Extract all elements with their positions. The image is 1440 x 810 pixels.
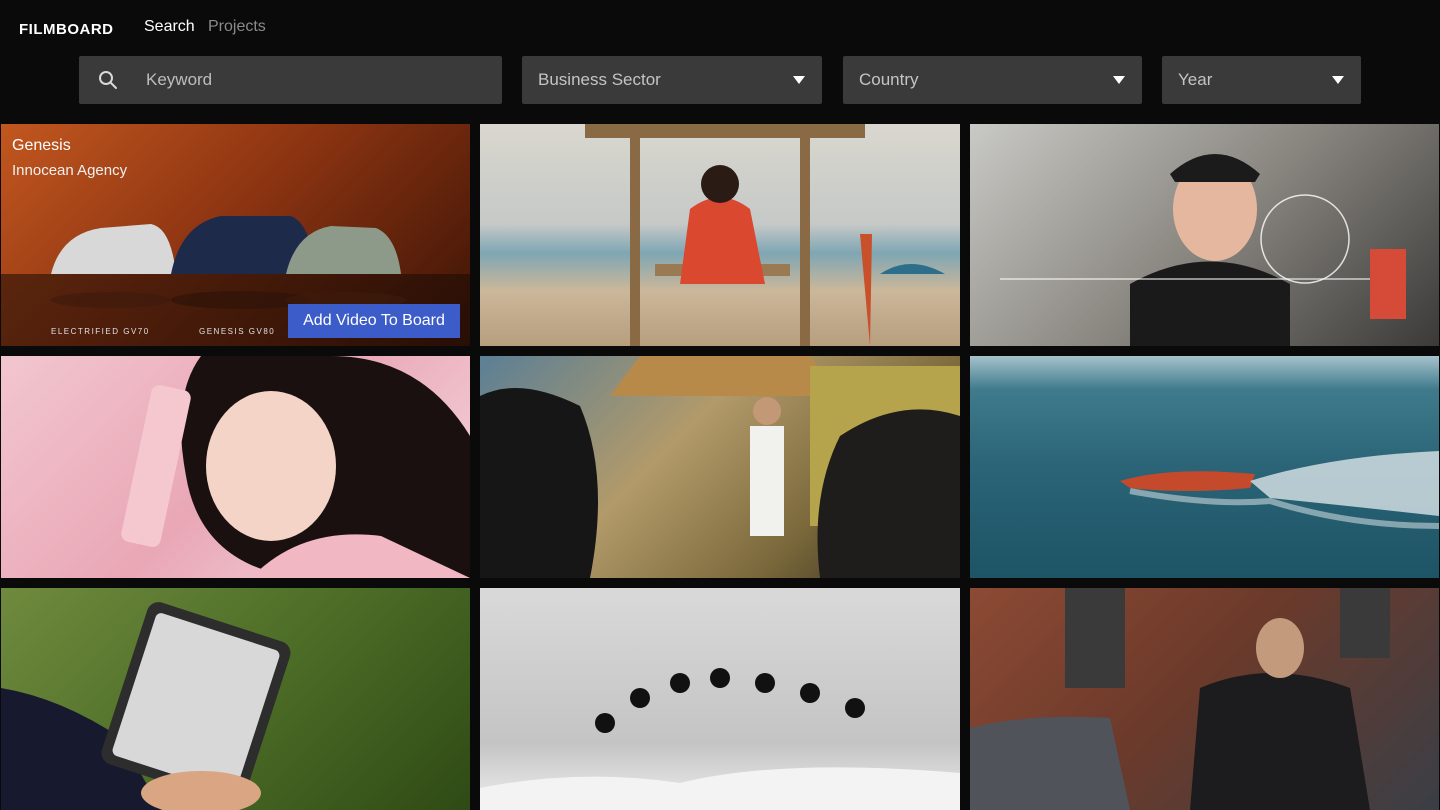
video-tile[interactable]	[970, 124, 1439, 346]
video-thumbnail-image	[1000, 154, 1406, 346]
video-tile[interactable]	[480, 124, 960, 346]
video-thumbnail-image	[480, 356, 960, 578]
add-video-to-board-button[interactable]: Add Video To Board	[288, 304, 460, 338]
video-thumbnail-image	[585, 124, 945, 346]
keyword-search-box[interactable]	[79, 56, 502, 104]
search-icon	[99, 71, 117, 89]
country-label: Country	[859, 70, 919, 89]
chevron-down-icon	[793, 76, 805, 84]
video-caption: ELECTRIFIED GV70	[51, 327, 150, 336]
year-dropdown[interactable]: Year	[1162, 56, 1361, 104]
video-thumbnail-image	[1120, 451, 1439, 529]
video-agency: Innocean Agency	[12, 162, 128, 179]
video-tile[interactable]	[480, 588, 960, 810]
video-thumbnail-image	[121, 356, 470, 578]
business-sector-dropdown[interactable]: Business Sector	[522, 56, 822, 104]
video-tile[interactable]: Genesis Innocean Agency ELECTRIFIED GV70…	[1, 124, 470, 346]
video-thumbnail-image	[480, 668, 960, 810]
chevron-down-icon	[1332, 76, 1344, 84]
video-tile[interactable]	[480, 356, 960, 578]
top-bar: FILMBOARD Search Projects	[0, 0, 1440, 56]
app-logo[interactable]: FILMBOARD	[19, 21, 114, 38]
video-tile[interactable]	[970, 356, 1439, 578]
video-title: Genesis	[12, 137, 71, 154]
country-dropdown[interactable]: Country	[843, 56, 1142, 104]
business-sector-label: Business Sector	[538, 70, 661, 89]
video-thumbnail-image	[970, 588, 1390, 810]
video-tile[interactable]	[1, 356, 470, 578]
nav-search[interactable]: Search	[144, 18, 195, 36]
chevron-down-icon	[1113, 76, 1125, 84]
video-tile[interactable]	[1, 588, 470, 810]
nav-projects[interactable]: Projects	[208, 18, 266, 36]
video-tile[interactable]	[970, 588, 1439, 810]
year-label: Year	[1178, 70, 1213, 89]
video-caption: GENESIS GV80	[199, 327, 276, 336]
video-thumbnail-image	[1, 602, 291, 810]
keyword-input[interactable]	[146, 56, 486, 104]
